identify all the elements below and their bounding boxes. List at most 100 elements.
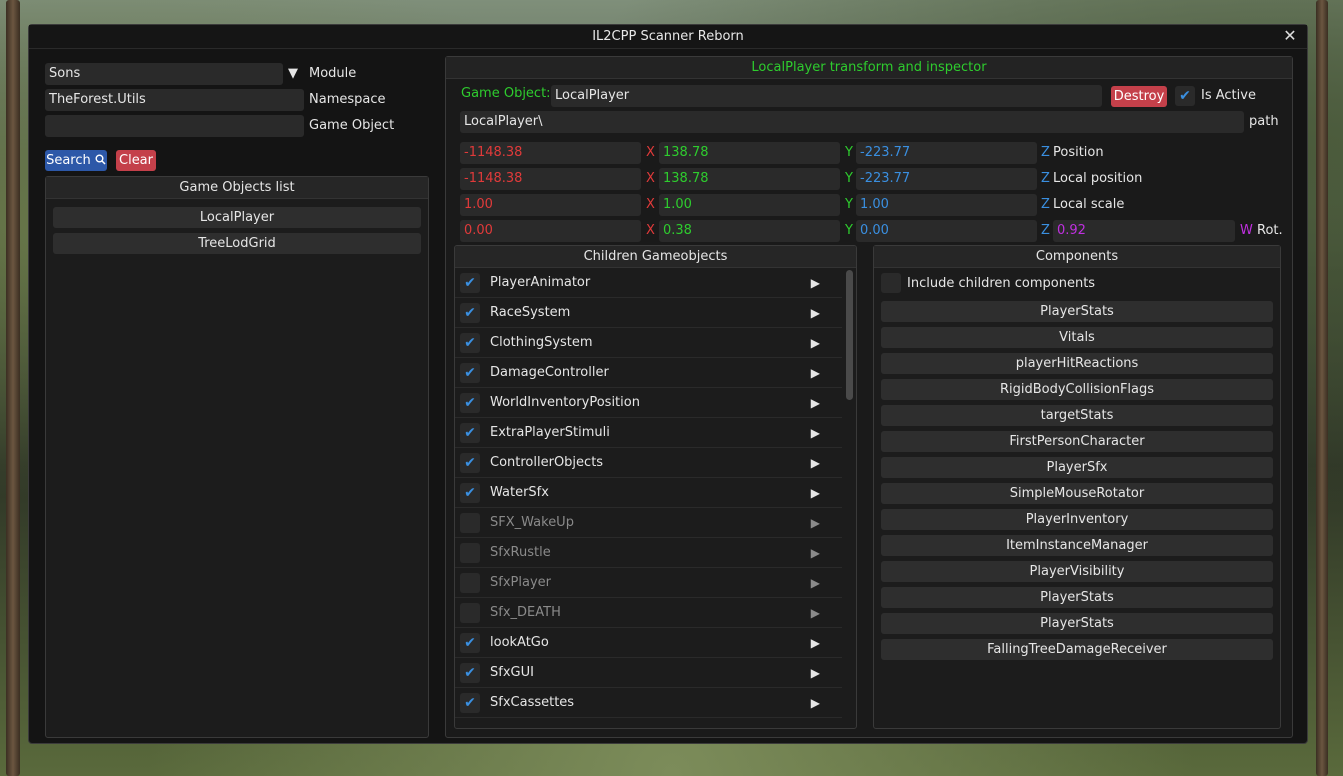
game-object-input[interactable] bbox=[45, 115, 304, 137]
component-button[interactable]: PlayerStats bbox=[881, 301, 1273, 322]
active-checkbox[interactable] bbox=[460, 542, 480, 563]
module-select[interactable]: Sons bbox=[45, 63, 283, 85]
component-button[interactable]: RigidBodyCollisionFlags bbox=[881, 379, 1273, 400]
rotation-z-input[interactable]: 0.00 bbox=[856, 220, 1037, 242]
chevron-down-icon[interactable]: ▼ bbox=[288, 63, 298, 85]
is-active-checkbox[interactable]: ✔ bbox=[1175, 86, 1195, 106]
expand-arrow-icon[interactable]: ▶ bbox=[811, 606, 820, 620]
child-name: SfxGUI bbox=[490, 665, 534, 680]
active-checkbox[interactable]: ✔ bbox=[460, 482, 480, 503]
active-checkbox[interactable] bbox=[460, 602, 480, 623]
expand-arrow-icon[interactable]: ▶ bbox=[811, 336, 820, 350]
component-button[interactable]: playerHitReactions bbox=[881, 353, 1273, 374]
expand-arrow-icon[interactable]: ▶ bbox=[811, 306, 820, 320]
active-checkbox[interactable]: ✔ bbox=[460, 452, 480, 473]
components-panel: Components Include children components P… bbox=[873, 245, 1281, 729]
title-bar[interactable]: IL2CPP Scanner Reborn ✕ bbox=[29, 25, 1307, 49]
active-checkbox[interactable]: ✔ bbox=[460, 362, 480, 383]
list-item[interactable]: Sfx_DEATH ▶ bbox=[455, 598, 842, 628]
list-item[interactable]: ✔ SfxGUI ▶ bbox=[455, 658, 842, 688]
child-name: SfxCassettes bbox=[490, 695, 575, 710]
rotation-y-input[interactable]: 0.38 bbox=[659, 220, 840, 242]
expand-arrow-icon[interactable]: ▶ bbox=[811, 516, 820, 530]
component-button[interactable]: ItemInstanceManager bbox=[881, 535, 1273, 556]
position-y-input[interactable]: 138.78 bbox=[659, 142, 840, 164]
list-item[interactable]: ✔ WorldInventoryPosition ▶ bbox=[455, 388, 842, 418]
children-list[interactable]: ✔ PlayerAnimator ▶ ✔ RaceSystem ▶ ✔ ClothingSys… bbox=[455, 268, 856, 718]
include-children-checkbox[interactable] bbox=[881, 273, 901, 293]
local-position-x-input[interactable]: -1148.38 bbox=[460, 168, 641, 190]
list-item[interactable]: ✔ DamageController ▶ bbox=[455, 358, 842, 388]
list-item[interactable]: ✔ lookAtGo ▶ bbox=[455, 628, 842, 658]
active-checkbox[interactable]: ✔ bbox=[460, 332, 480, 353]
active-checkbox[interactable]: ✔ bbox=[460, 272, 480, 293]
local-scale-y-input[interactable]: 1.00 bbox=[659, 194, 840, 216]
list-item[interactable]: SFX_WakeUp ▶ bbox=[455, 508, 842, 538]
clear-button[interactable]: Clear bbox=[116, 150, 156, 171]
expand-arrow-icon[interactable]: ▶ bbox=[811, 426, 820, 440]
local-scale-z-input[interactable]: 1.00 bbox=[856, 194, 1037, 216]
component-button[interactable]: PlayerStats bbox=[881, 587, 1273, 608]
component-button[interactable]: FallingTreeDamageReceiver bbox=[881, 639, 1273, 660]
component-button[interactable]: PlayerSfx bbox=[881, 457, 1273, 478]
rotation-label: Rot. bbox=[1257, 223, 1283, 238]
list-item[interactable]: ✔ RaceSystem ▶ bbox=[455, 298, 842, 328]
active-checkbox[interactable]: ✔ bbox=[460, 392, 480, 413]
search-button[interactable]: Search bbox=[45, 150, 107, 171]
active-checkbox[interactable]: ✔ bbox=[460, 662, 480, 683]
list-item[interactable]: ✔ WaterSfx ▶ bbox=[455, 478, 842, 508]
active-checkbox[interactable]: ✔ bbox=[460, 422, 480, 443]
expand-arrow-icon[interactable]: ▶ bbox=[811, 666, 820, 680]
is-active-label: Is Active bbox=[1201, 88, 1256, 103]
component-button[interactable]: PlayerInventory bbox=[881, 509, 1273, 530]
local-scale-x-input[interactable]: 1.00 bbox=[460, 194, 641, 216]
active-checkbox[interactable] bbox=[460, 572, 480, 593]
include-children-row[interactable]: Include children components bbox=[874, 268, 1280, 298]
list-item[interactable]: LocalPlayer bbox=[53, 207, 421, 228]
expand-arrow-icon[interactable]: ▶ bbox=[811, 546, 820, 560]
namespace-input[interactable]: TheForest.Utils bbox=[45, 89, 304, 111]
list-item[interactable]: TreeLodGrid bbox=[53, 233, 421, 254]
child-name: ClothingSystem bbox=[490, 335, 593, 350]
component-button[interactable]: PlayerStats bbox=[881, 613, 1273, 634]
rotation-w-input[interactable]: 0.92 bbox=[1053, 220, 1235, 242]
child-name: ControllerObjects bbox=[490, 455, 604, 470]
destroy-button[interactable]: Destroy bbox=[1111, 86, 1167, 107]
inspector-game-object-input[interactable]: LocalPlayer bbox=[551, 85, 1102, 107]
expand-arrow-icon[interactable]: ▶ bbox=[811, 276, 820, 290]
expand-arrow-icon[interactable]: ▶ bbox=[811, 696, 820, 710]
component-button[interactable]: SimpleMouseRotator bbox=[881, 483, 1273, 504]
position-z-input[interactable]: -223.77 bbox=[856, 142, 1037, 164]
children-scrollbar[interactable] bbox=[846, 270, 853, 400]
close-icon[interactable]: ✕ bbox=[1281, 27, 1299, 45]
position-x-input[interactable]: -1148.38 bbox=[460, 142, 641, 164]
component-button[interactable]: targetStats bbox=[881, 405, 1273, 426]
components-list: PlayerStats Vitals playerHitReactions Rigid… bbox=[874, 301, 1280, 660]
include-children-label: Include children components bbox=[907, 275, 1096, 291]
expand-arrow-icon[interactable]: ▶ bbox=[811, 456, 820, 470]
component-button[interactable]: FirstPersonCharacter bbox=[881, 431, 1273, 452]
list-item[interactable]: ✔ ClothingSystem ▶ bbox=[455, 328, 842, 358]
local-position-z-input[interactable]: -223.77 bbox=[856, 168, 1037, 190]
list-item[interactable]: SfxPlayer ▶ bbox=[455, 568, 842, 598]
active-checkbox[interactable]: ✔ bbox=[460, 692, 480, 713]
expand-arrow-icon[interactable]: ▶ bbox=[811, 396, 820, 410]
expand-arrow-icon[interactable]: ▶ bbox=[811, 576, 820, 590]
expand-arrow-icon[interactable]: ▶ bbox=[811, 486, 820, 500]
list-item[interactable]: ✔ PlayerAnimator ▶ bbox=[455, 268, 842, 298]
path-input[interactable]: LocalPlayer\ bbox=[460, 111, 1244, 133]
rotation-x-input[interactable]: 0.00 bbox=[460, 220, 641, 242]
component-button[interactable]: Vitals bbox=[881, 327, 1273, 348]
active-checkbox[interactable] bbox=[460, 512, 480, 533]
expand-arrow-icon[interactable]: ▶ bbox=[811, 366, 820, 380]
list-item[interactable]: SfxRustle ▶ bbox=[455, 538, 842, 568]
list-item[interactable]: ✔ SfxCassettes ▶ bbox=[455, 688, 842, 718]
list-item[interactable]: ✔ ControllerObjects ▶ bbox=[455, 448, 842, 478]
component-button[interactable]: PlayerVisibility bbox=[881, 561, 1273, 582]
active-checkbox[interactable]: ✔ bbox=[460, 302, 480, 323]
list-item[interactable]: ✔ ExtraPlayerStimuli ▶ bbox=[455, 418, 842, 448]
local-position-y-input[interactable]: 138.78 bbox=[659, 168, 840, 190]
game-objects-header: Game Objects list bbox=[46, 177, 428, 199]
expand-arrow-icon[interactable]: ▶ bbox=[811, 636, 820, 650]
active-checkbox[interactable]: ✔ bbox=[460, 632, 480, 653]
